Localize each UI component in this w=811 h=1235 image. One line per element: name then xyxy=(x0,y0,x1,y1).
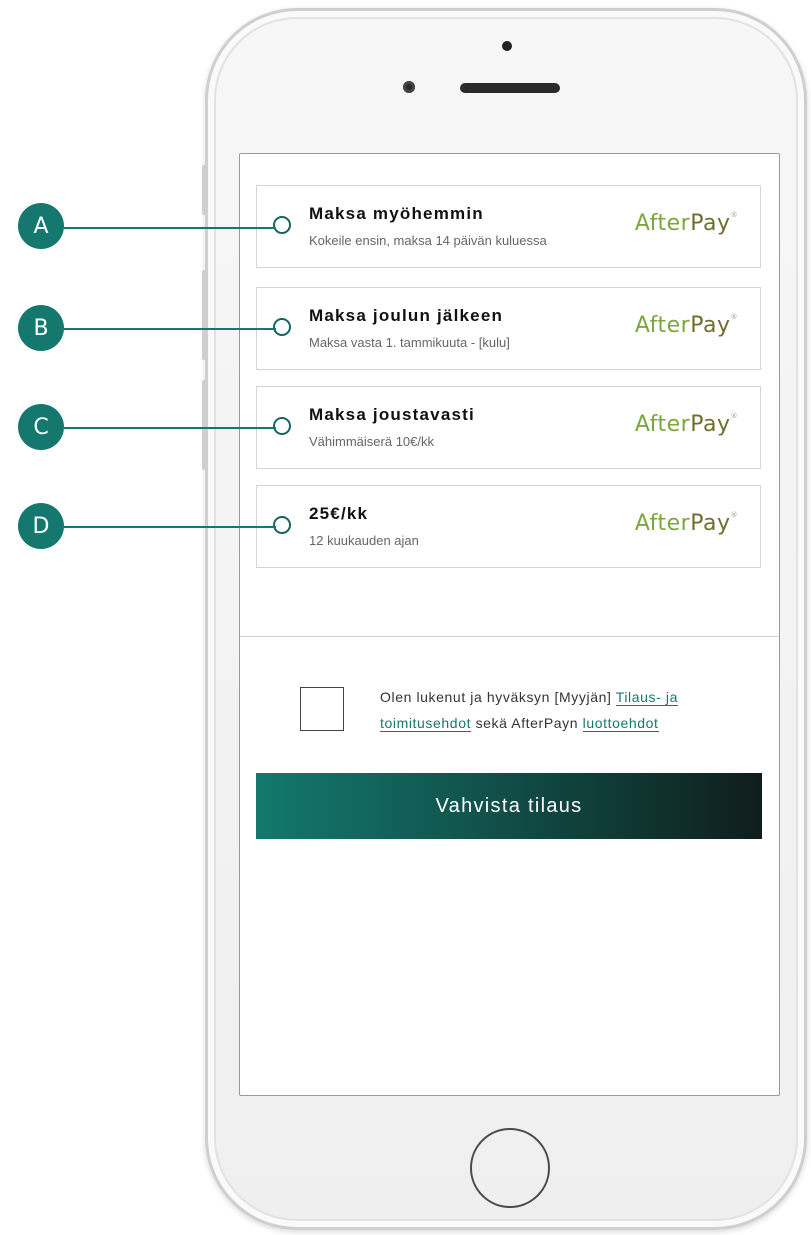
payment-option-flexible[interactable]: Maksa joustavasti Vähimmäiserä 10€/kk Af… xyxy=(256,386,761,469)
option-title: Maksa joustavasti xyxy=(309,405,475,424)
afterpay-logo: AfterPay® xyxy=(634,211,738,236)
option-title: Maksa myöhemmin xyxy=(309,204,484,223)
option-title: Maksa joulun jälkeen xyxy=(309,306,504,325)
callout-badge-c: C xyxy=(18,404,64,450)
radio-button[interactable] xyxy=(273,216,291,234)
camera-dot xyxy=(502,41,512,51)
callout-line-d xyxy=(64,526,276,528)
radio-button[interactable] xyxy=(273,417,291,435)
callout-badge-b: B xyxy=(18,305,64,351)
section-divider xyxy=(240,636,779,637)
payment-option-pay-later[interactable]: Maksa myöhemmin Kokeile ensin, maksa 14 … xyxy=(256,185,761,268)
callout-badge-a: A xyxy=(18,203,64,249)
mute-switch xyxy=(202,165,207,215)
option-subtitle: 12 kuukauden ajan xyxy=(309,533,419,548)
terms-text-part: sekä AfterPayn xyxy=(471,715,583,731)
terms-text-part: Olen lukenut ja hyväksyn [Myyjän] xyxy=(380,689,616,705)
callout-line-c xyxy=(64,427,276,429)
callout-line-b xyxy=(64,328,276,330)
option-title: 25€/kk xyxy=(309,504,369,523)
volume-up-button xyxy=(202,270,207,360)
option-subtitle: Vähimmäiserä 10€/kk xyxy=(309,434,434,449)
confirm-order-button[interactable]: Vahvista tilaus xyxy=(256,773,762,839)
radio-button[interactable] xyxy=(273,318,291,336)
front-camera xyxy=(403,81,415,93)
callout-line-a xyxy=(64,227,276,229)
afterpay-logo: AfterPay® xyxy=(634,313,738,338)
credit-terms-link[interactable]: luottoehdot xyxy=(582,715,659,732)
radio-button[interactable] xyxy=(273,516,291,534)
terms-text: Olen lukenut ja hyväksyn [Myyjän] Tilaus… xyxy=(380,684,740,736)
callout-badge-d: D xyxy=(18,503,64,549)
home-button[interactable] xyxy=(470,1128,550,1208)
option-subtitle: Kokeile ensin, maksa 14 päivän kuluessa xyxy=(309,233,547,248)
volume-down-button xyxy=(202,380,207,470)
afterpay-logo: AfterPay® xyxy=(634,412,738,437)
earpiece-speaker xyxy=(460,83,560,93)
option-subtitle: Maksa vasta 1. tammikuuta - [kulu] xyxy=(309,335,510,350)
terms-checkbox[interactable] xyxy=(300,687,344,731)
payment-option-installments[interactable]: 25€/kk 12 kuukauden ajan AfterPay® xyxy=(256,485,761,568)
afterpay-logo: AfterPay® xyxy=(634,511,738,536)
payment-option-after-christmas[interactable]: Maksa joulun jälkeen Maksa vasta 1. tamm… xyxy=(256,287,761,370)
